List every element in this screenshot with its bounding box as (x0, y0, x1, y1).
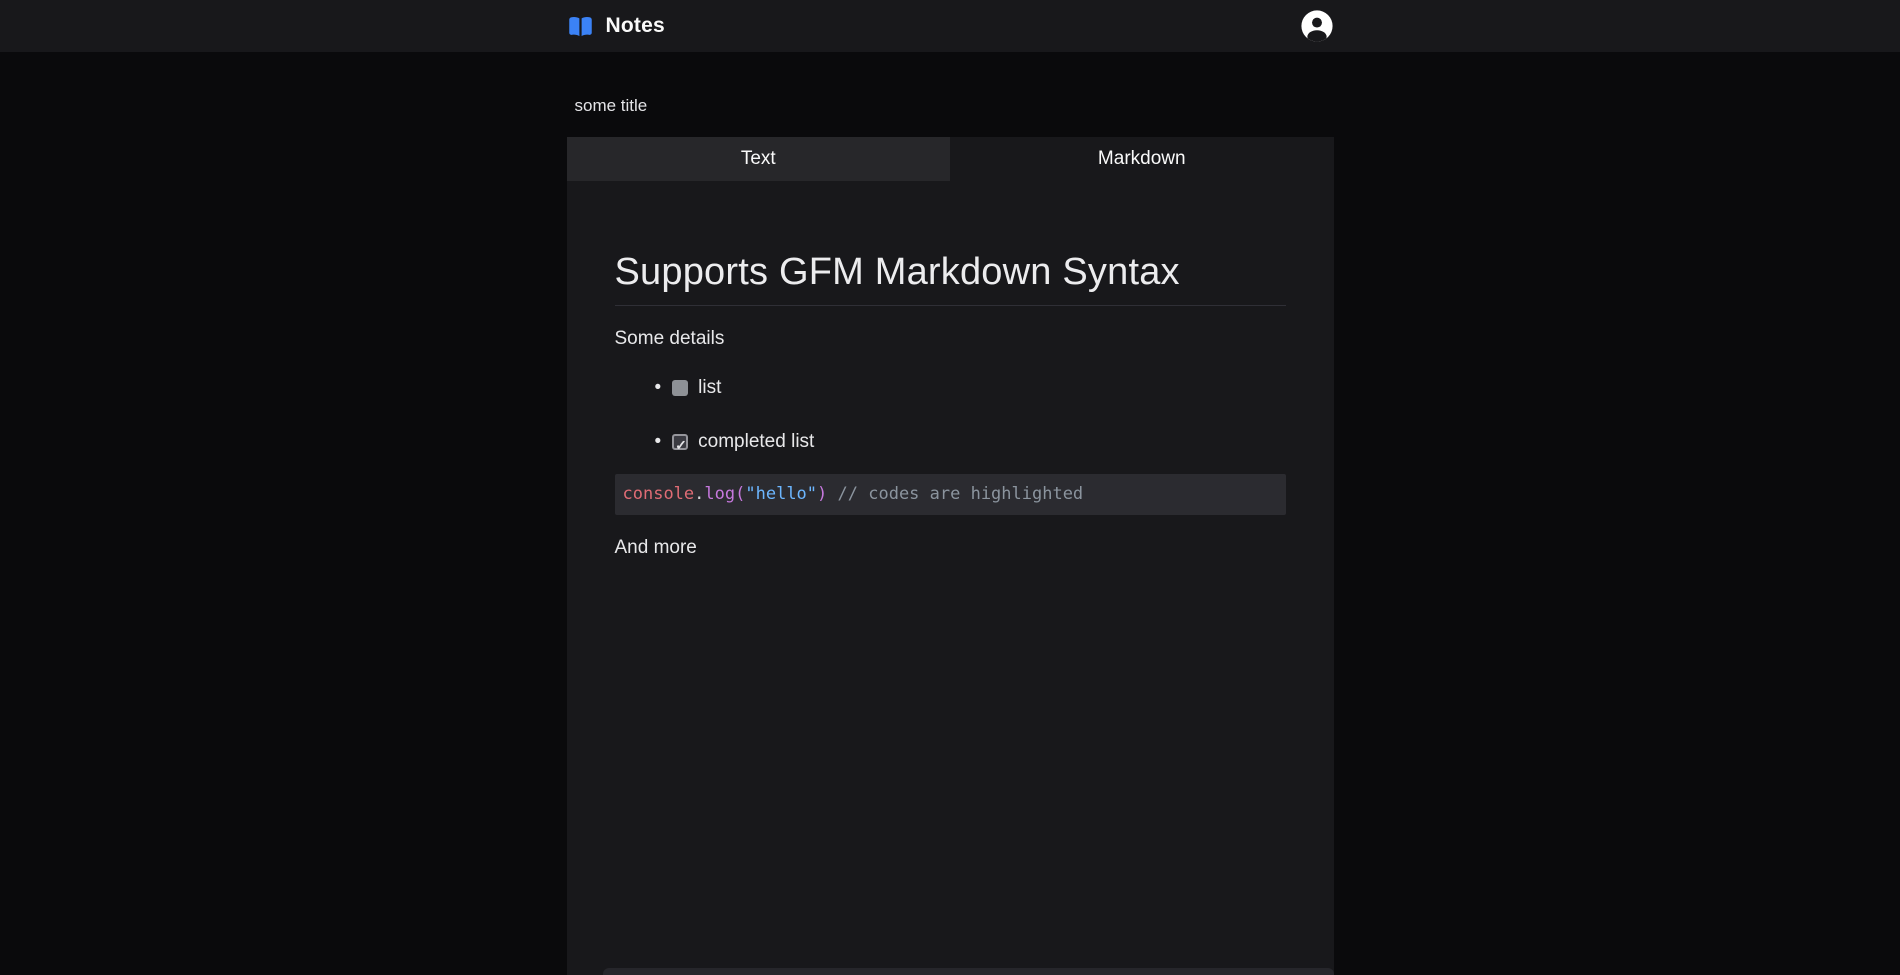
preview-heading: Supports GFM Markdown Syntax (615, 251, 1286, 306)
task-item: list (655, 376, 1286, 400)
user-avatar-icon (1300, 9, 1334, 43)
note-panel: Text Markdown Supports GFM Markdown Synt… (567, 137, 1334, 975)
bottom-partial-bar (603, 968, 1334, 975)
code-token: ( (735, 484, 745, 504)
tab-list: Text Markdown (567, 137, 1334, 181)
tab-markdown[interactable]: Markdown (950, 137, 1334, 181)
task-label: list (698, 376, 721, 400)
code-token: ) (817, 484, 827, 504)
main-content: some title Text Markdown Supports GFM Ma… (567, 96, 1334, 975)
note-title: some title (567, 96, 1334, 116)
code-block: console.log("hello") // codes are highli… (615, 474, 1286, 515)
code-line: console.log("hello") // codes are highli… (623, 484, 1084, 504)
tab-text[interactable]: Text (567, 137, 951, 181)
preview-footer: And more (615, 537, 1286, 559)
code-token: console (623, 484, 695, 504)
task-list: list completed list (615, 376, 1286, 454)
app-header: Notes (0, 0, 1900, 52)
code-token: log (704, 484, 735, 504)
task-label: completed list (698, 430, 814, 454)
code-token: . (694, 484, 704, 504)
user-avatar-button[interactable] (1300, 9, 1334, 43)
task-item: completed list (655, 430, 1286, 454)
code-token: "hello" (745, 484, 817, 504)
open-book-icon (567, 13, 594, 40)
task-checkbox-unchecked[interactable] (672, 380, 688, 396)
code-token: // codes are highlighted (838, 484, 1084, 504)
preview-paragraph: Some details (615, 328, 1286, 350)
brand: Notes (567, 13, 665, 40)
app-title: Notes (606, 14, 665, 38)
header-inner: Notes (567, 0, 1334, 52)
task-checkbox-checked[interactable] (672, 434, 688, 450)
markdown-preview: Supports GFM Markdown Syntax Some detail… (567, 181, 1334, 559)
code-token (827, 484, 837, 504)
